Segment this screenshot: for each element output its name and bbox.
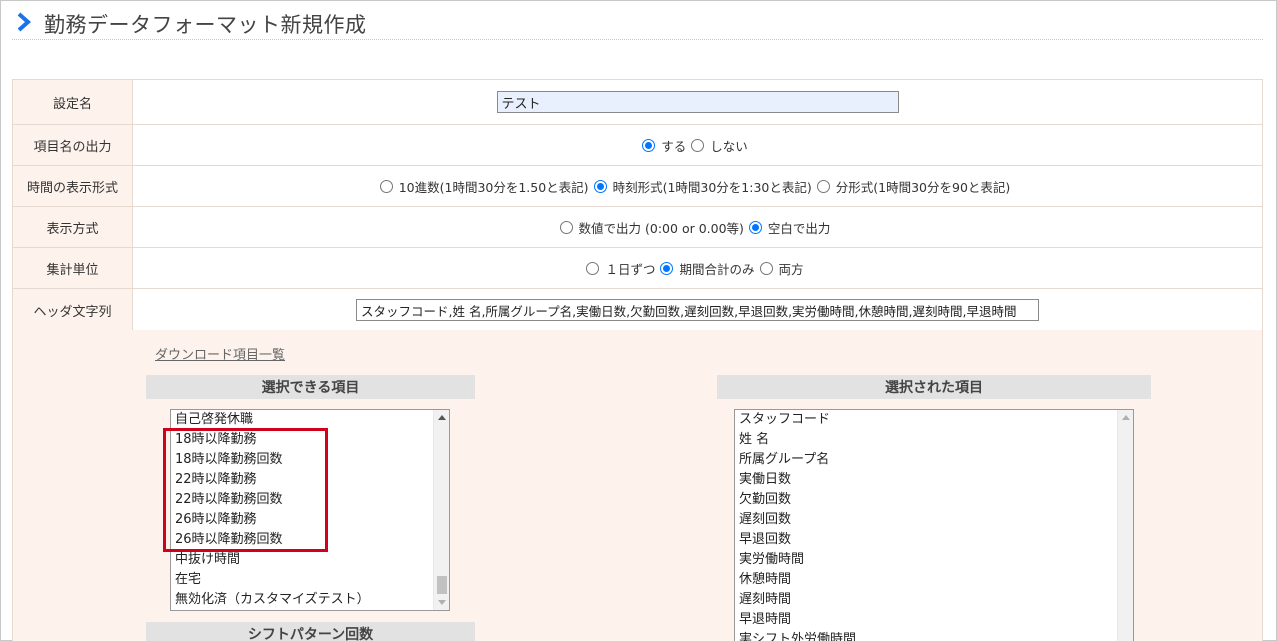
arrow-up-icon[interactable] — [438, 415, 446, 420]
row-time-format: 時間の表示形式 10進数(1時間30分を1.50と表記) 時刻形式(1時間30分を… — [12, 166, 1263, 207]
radio-option[interactable]: 両方 — [759, 259, 804, 278]
annotation-highlight-box — [163, 428, 328, 552]
row-item-name-output: 項目名の出力 する しない — [12, 125, 1263, 166]
scroll-thumb[interactable] — [437, 576, 447, 594]
radio-option[interactable]: 空白で出力 — [748, 218, 831, 237]
aggregation-unit-radio-group: １日ずつ 期間合計のみ 両方 — [586, 259, 808, 278]
radio-button[interactable] — [816, 179, 830, 193]
selected-item[interactable]: スタッフコード — [735, 410, 1117, 430]
selected-item[interactable]: 遅刻回数 — [735, 510, 1117, 530]
shift-pattern-count-header: シフトパターン回数 — [146, 622, 475, 641]
setting-name-input[interactable] — [496, 91, 899, 113]
page-header: 勤務データフォーマット新規作成 — [12, 8, 1263, 40]
format-settings-form: 設定名 項目名の出力 する しない 時間の表示形式 10進数(1時間30分を1.5… — [12, 79, 1263, 332]
display-mode-radio-group: 数値で出力 (0:00 or 0.00等) 空白で出力 — [559, 218, 836, 237]
radio-option[interactable]: 分形式(1時間30分を90と表記) — [816, 177, 1011, 196]
selected-item[interactable]: 姓 名 — [735, 430, 1117, 450]
radio-option-label: 数値で出力 (0:00 or 0.00等) — [578, 220, 744, 236]
aggregation-unit-label: 集計単位 — [12, 248, 133, 288]
radio-option-label: 両方 — [778, 261, 804, 277]
arrow-down-icon[interactable] — [438, 600, 446, 605]
header-string-input[interactable] — [356, 299, 1039, 321]
radio-button-checked[interactable] — [593, 179, 607, 193]
selected-items-header: 選択された項目 — [717, 375, 1151, 399]
available-item[interactable]: 自己啓発休職 — [171, 410, 433, 430]
radio-button[interactable] — [379, 179, 393, 193]
row-header-string: ヘッダ文字列 — [12, 289, 1263, 332]
radio-option-label: する — [661, 138, 687, 154]
radio-button-checked[interactable] — [660, 261, 674, 275]
radio-button[interactable] — [586, 261, 600, 275]
radio-option-label: 空白で出力 — [767, 220, 831, 236]
selected-item[interactable]: 所属グループ名 — [735, 450, 1117, 470]
selected-items-list: スタッフコード姓 名所属グループ名 実働日数 欠勤回数 遅刻回数 早退回数 実労働時間 休憩… — [735, 410, 1117, 641]
selected-items-listbox[interactable]: スタッフコード姓 名所属グループ名 実働日数 欠勤回数 遅刻回数 早退回数 実労働時間 休憩… — [734, 409, 1134, 641]
radio-button-checked[interactable] — [748, 220, 762, 234]
radio-option-label: しない — [710, 138, 748, 154]
radio-option-label: 時刻形式(1時間30分を1:30と表記) — [612, 179, 812, 195]
radio-option-label: 期間合計のみ — [679, 261, 755, 277]
radio-option[interactable]: １日ずつ — [586, 259, 655, 278]
selected-item[interactable]: 実シフト外労働時間 — [735, 630, 1117, 641]
selected-item[interactable]: 遅刻時間 — [735, 590, 1117, 610]
item-name-output-radio-group: する しない — [642, 136, 753, 155]
radio-button[interactable] — [559, 220, 573, 234]
row-aggregation-unit: 集計単位 １日ずつ 期間合計のみ 両方 — [12, 248, 1263, 289]
radio-option-label: １日ずつ — [605, 261, 656, 277]
radio-option[interactable]: 期間合計のみ — [660, 259, 755, 278]
time-format-radio-group: 10進数(1時間30分を1.50と表記) 時刻形式(1時間30分を1:30と表記)… — [379, 177, 1016, 196]
radio-button-checked[interactable] — [642, 138, 656, 152]
radio-option[interactable]: 時刻形式(1時間30分を1:30と表記) — [593, 177, 812, 196]
radio-option[interactable]: する — [642, 136, 686, 155]
page-title: 勤務データフォーマット新規作成 — [44, 13, 367, 37]
download-items-link[interactable]: ダウンロード項目一覧 — [155, 344, 285, 363]
radio-option[interactable]: しない — [691, 136, 748, 155]
display-mode-label: 表示方式 — [12, 207, 133, 247]
radio-option[interactable]: 数値で出力 (0:00 or 0.00等) — [559, 218, 744, 237]
radio-option-label: 10進数(1時間30分を1.50と表記) — [398, 179, 589, 195]
selected-item[interactable]: 実働日数 — [735, 470, 1117, 490]
selected-item[interactable]: 早退回数 — [735, 530, 1117, 550]
available-items-header: 選択できる項目 — [146, 375, 475, 399]
arrow-up-icon[interactable] — [1122, 415, 1130, 420]
radio-button[interactable] — [691, 138, 705, 152]
setting-name-label: 設定名 — [12, 80, 133, 124]
selected-item[interactable]: 欠勤回数 — [735, 490, 1117, 510]
item-name-output-label: 項目名の出力 — [12, 125, 133, 165]
radio-option[interactable]: 10進数(1時間30分を1.50と表記) — [379, 177, 589, 196]
available-items-scrollbar[interactable] — [433, 410, 449, 610]
available-item[interactable]: 在宅 — [171, 570, 433, 590]
selected-items-scrollbar[interactable] — [1117, 410, 1133, 641]
selected-item[interactable]: 実労働時間 — [735, 550, 1117, 570]
header-string-label: ヘッダ文字列 — [12, 289, 133, 331]
selected-item[interactable]: 休憩時間 — [735, 570, 1117, 590]
selected-item[interactable]: 早退時間 — [735, 610, 1117, 630]
available-item[interactable]: 無効化済（カスタマイズテスト） — [171, 590, 433, 610]
row-setting-name: 設定名 — [12, 80, 1263, 125]
chevron-right-icon — [17, 12, 32, 32]
row-display-mode: 表示方式 数値で出力 (0:00 or 0.00等) 空白で出力 — [12, 207, 1263, 248]
radio-button[interactable] — [759, 261, 773, 275]
time-format-label: 時間の表示形式 — [12, 166, 133, 206]
radio-option-label: 分形式(1時間30分を90と表記) — [835, 179, 1011, 195]
available-item[interactable]: 中抜け時間 — [171, 550, 433, 570]
